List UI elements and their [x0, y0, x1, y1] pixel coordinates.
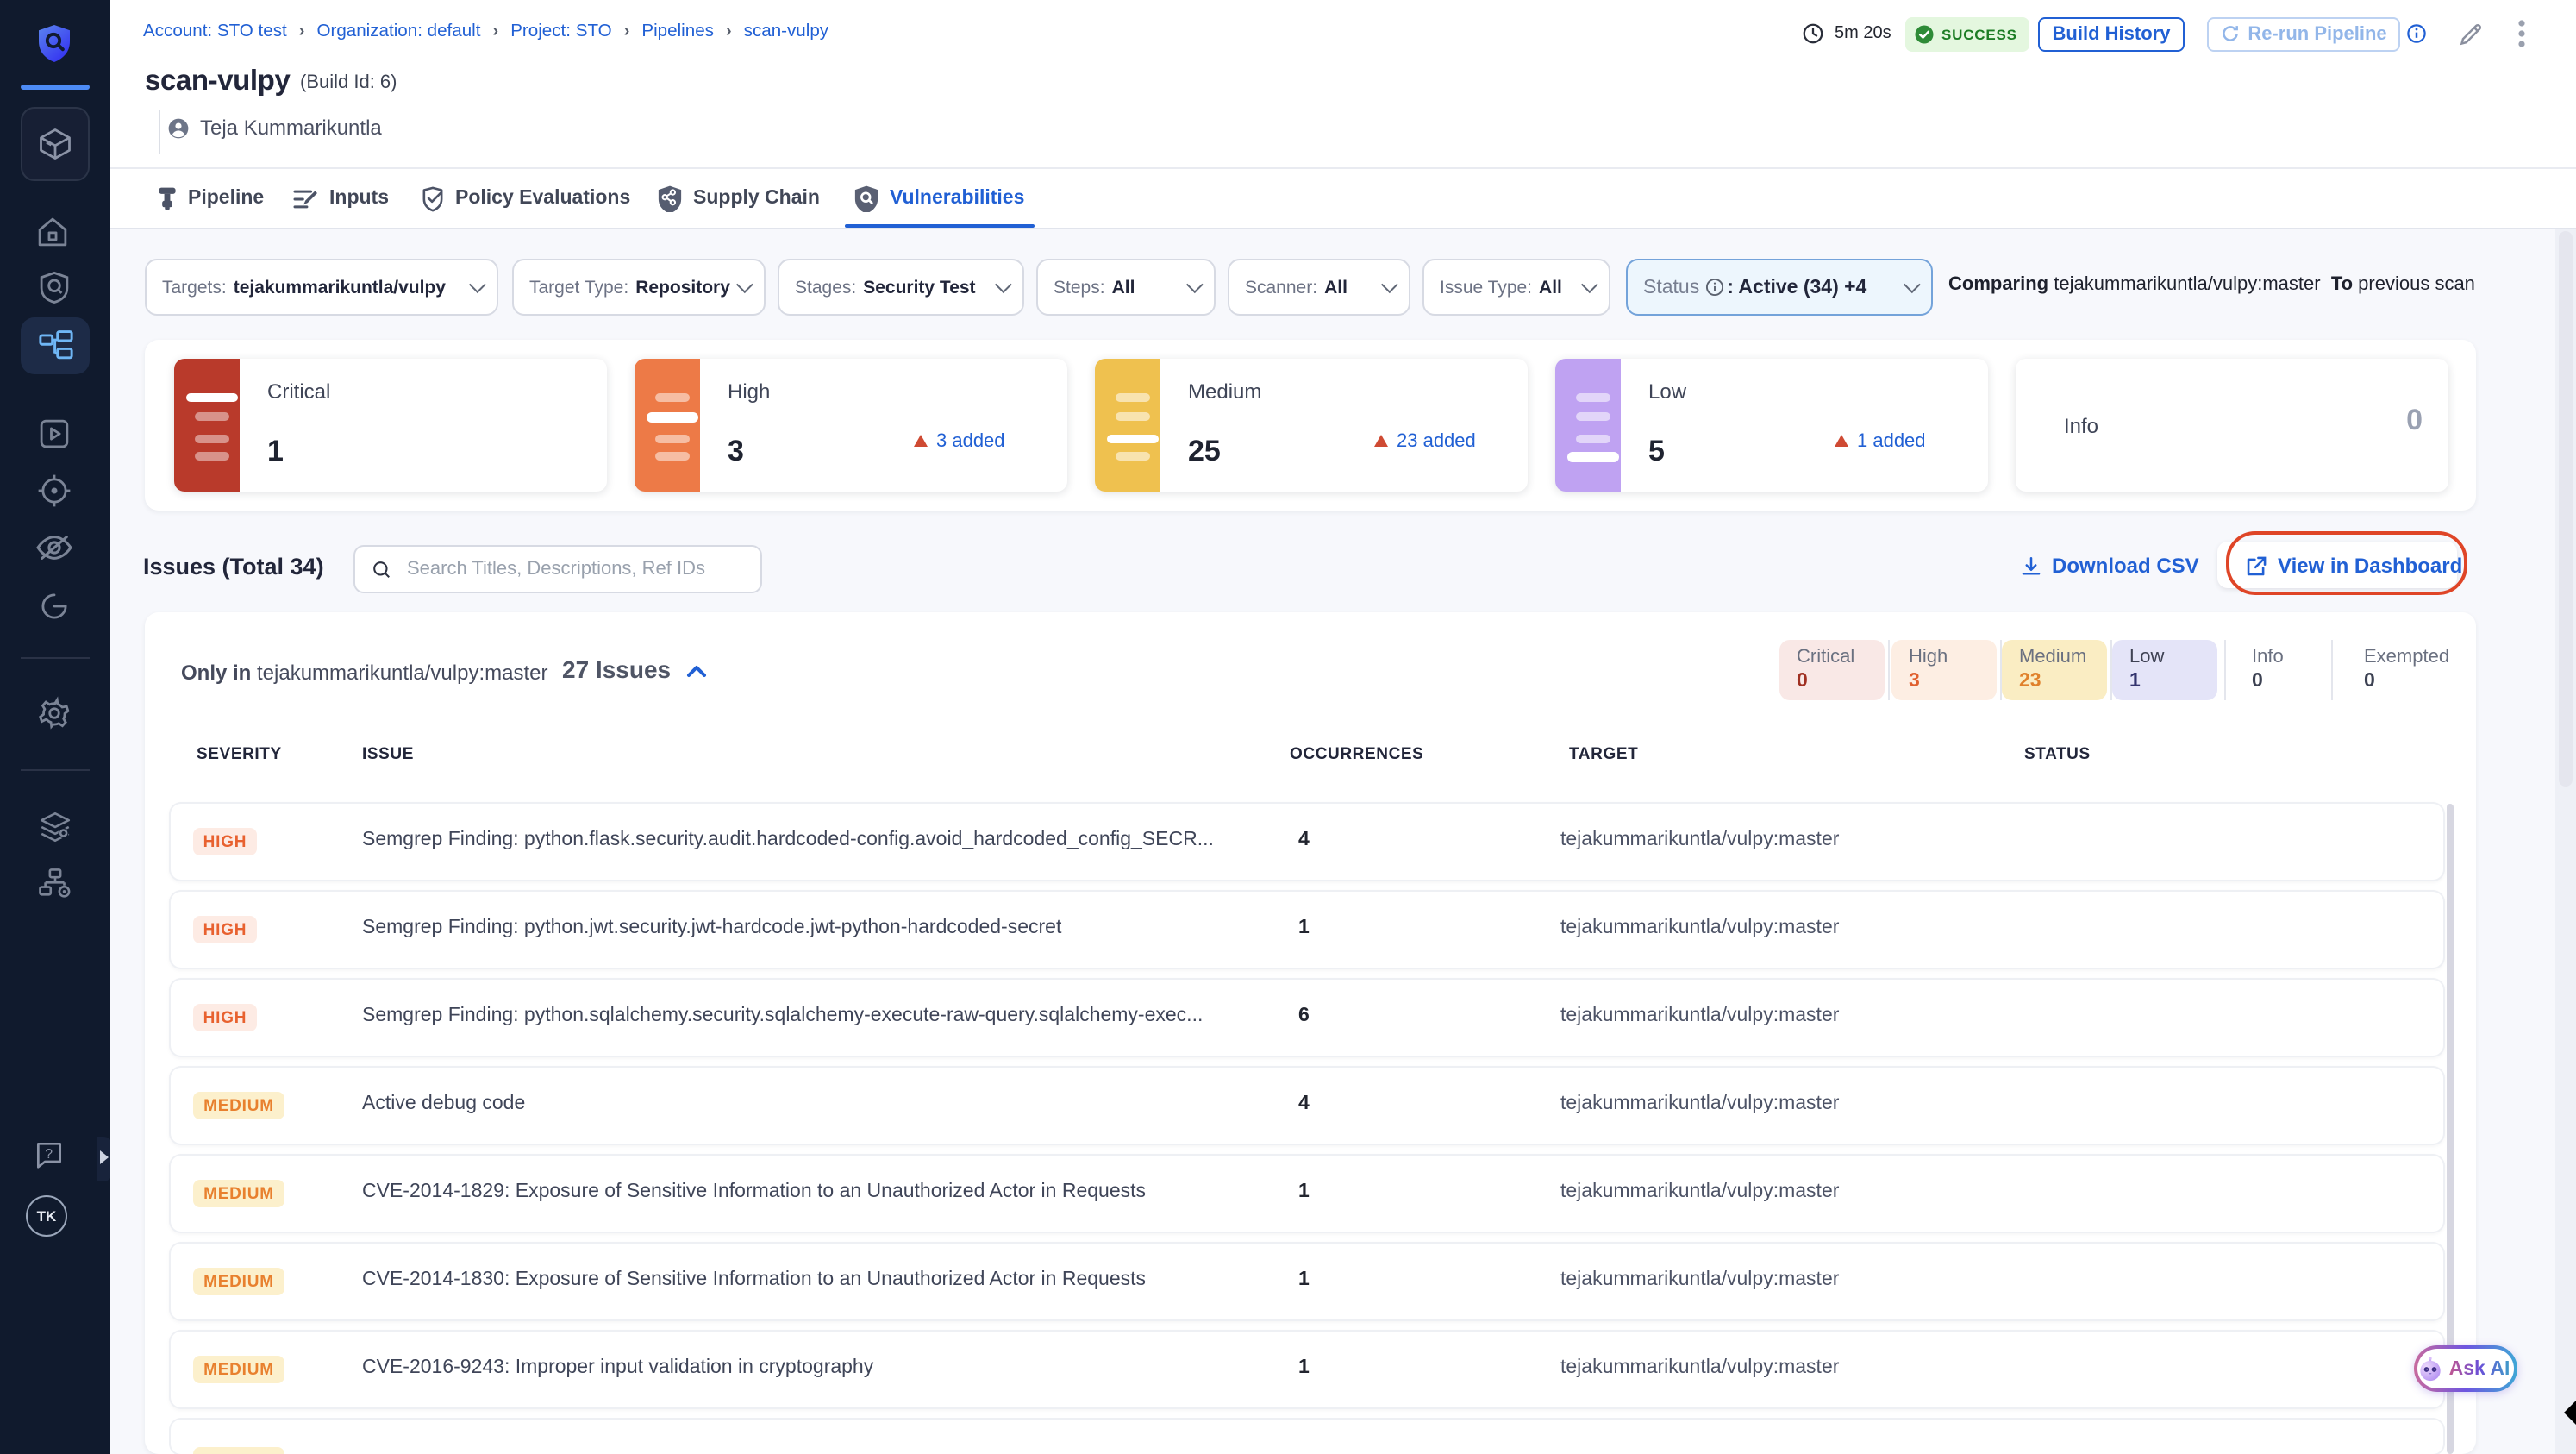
svg-text:?: ?	[45, 1147, 53, 1162]
